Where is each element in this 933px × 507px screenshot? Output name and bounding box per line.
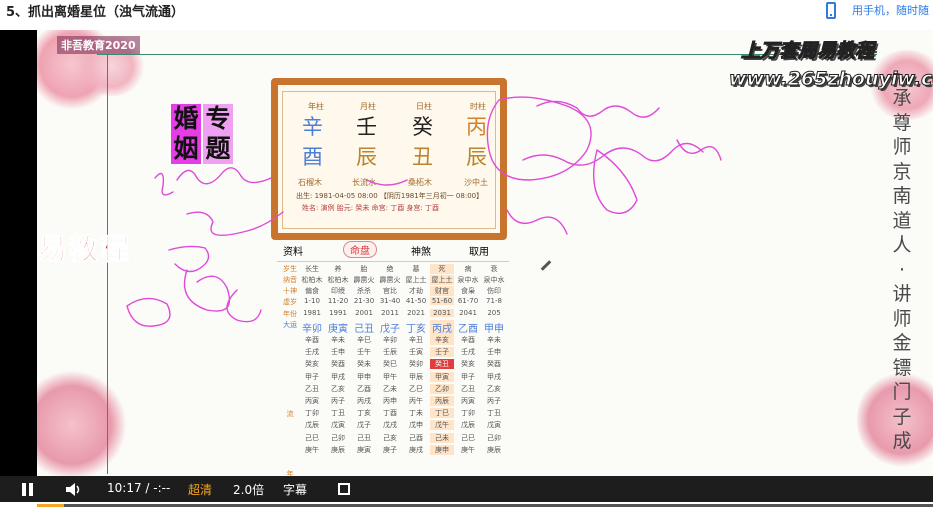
ink-stroke (183, 269, 231, 312)
mobile-link[interactable]: 用手机，随时随 (852, 2, 929, 18)
phone-icon[interactable] (826, 2, 836, 19)
video-stage[interactable]: 非吾教育2020 上万套周易教程 www.265zhouyiw.com 承尊师京… (0, 30, 933, 507)
ink-stroke (168, 245, 210, 273)
ink-stroke (506, 209, 568, 235)
subtitles-button[interactable]: 字幕 (283, 481, 307, 498)
quality-button[interactable]: 超清 (188, 481, 212, 498)
player-controls: 10:17 / -:-- 超清 2.0倍 字幕 (0, 476, 933, 502)
ink-stroke (592, 149, 638, 214)
fullscreen-icon[interactable] (338, 483, 350, 495)
ink-stroke (676, 139, 722, 161)
ink-stroke (176, 167, 272, 185)
lesson-title: 5、抓出离婚星位（浊气流通） (6, 5, 185, 20)
video-frame[interactable]: 非吾教育2020 上万套周易教程 www.265zhouyiw.com 承尊师京… (37, 30, 933, 476)
ink-stroke (226, 289, 262, 323)
speed-button[interactable]: 2.0倍 (233, 481, 264, 498)
ink-stroke (366, 179, 408, 186)
volume-icon[interactable] (65, 482, 83, 497)
pause-icon[interactable] (22, 483, 34, 496)
ink-stroke (126, 297, 171, 327)
time-display: 10:17 / -:-- (107, 481, 171, 495)
ink-stroke (186, 211, 284, 236)
lesson-header: 5、抓出离婚星位（浊气流通） 用手机，随时随 (0, 0, 933, 30)
ink-stroke (536, 100, 660, 118)
handwriting-overlay (126, 96, 722, 327)
ink-stroke (486, 96, 592, 181)
ink-stroke (154, 172, 174, 196)
